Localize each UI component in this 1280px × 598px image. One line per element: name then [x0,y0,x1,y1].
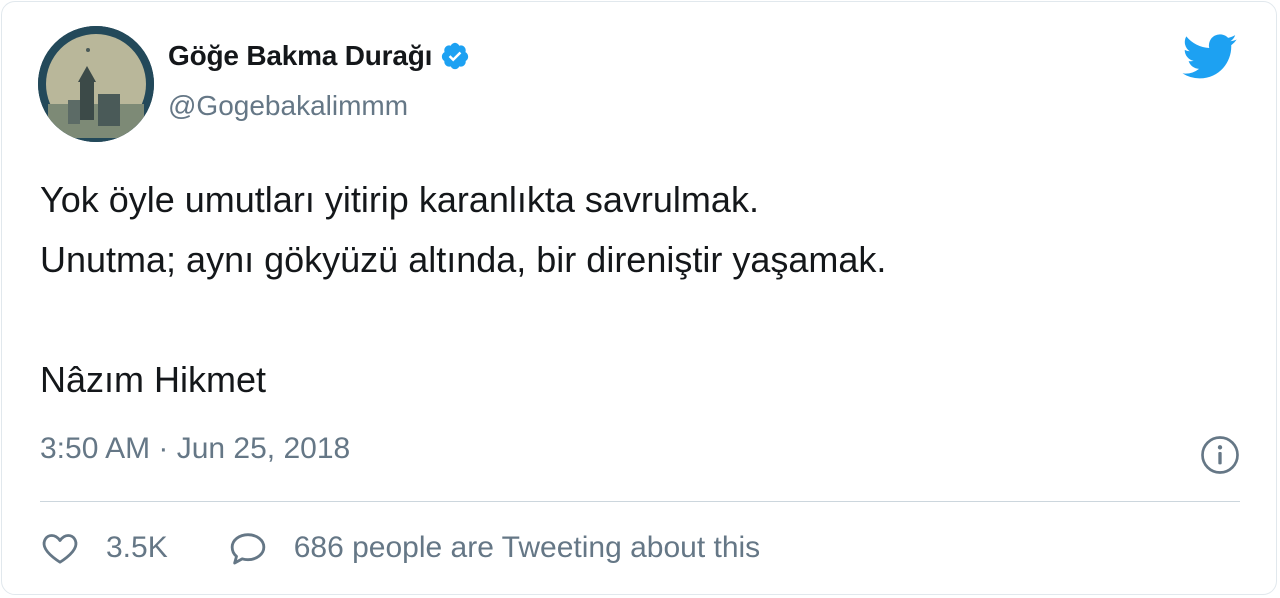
tweet-timestamp[interactable]: 3:50 AM · Jun 25, 2018 [40,432,350,466]
tweet-actions: 3.5K 686 people are Tweeting about this [40,528,760,568]
tweet-line-2: Unutma; aynı gökyüzü altında, bir direni… [40,239,887,280]
reply-button[interactable]: 686 people are Tweeting about this [228,528,760,568]
twitter-bird-icon[interactable] [1182,34,1238,80]
avatar-image [38,26,154,142]
tweet-text: Yok öyle umutları yitirip karanlıkta sav… [40,170,1220,410]
heart-icon [42,534,78,564]
like-button[interactable]: 3.5K [40,528,168,568]
author-name[interactable]: Göğe Bakma Durağı [168,40,432,72]
divider [40,501,1240,502]
author-name-row: Göğe Bakma Durağı [168,40,470,72]
info-icon[interactable] [1200,435,1240,475]
like-count: 3.5K [106,531,168,564]
comment-icon [230,533,265,565]
tweet-signature: Nâzım Hikmet [40,359,267,400]
tweet-line-1: Yok öyle umutları yitirip karanlıkta sav… [40,179,759,220]
reply-label: 686 people are Tweeting about this [293,531,761,564]
tweet-card: Göğe Bakma Durağı @Gogebakalimmm Yok öyl… [1,1,1277,595]
avatar[interactable] [38,26,154,142]
verified-badge-icon [442,42,469,70]
author-handle[interactable]: @Gogebakalimmm [168,90,408,122]
